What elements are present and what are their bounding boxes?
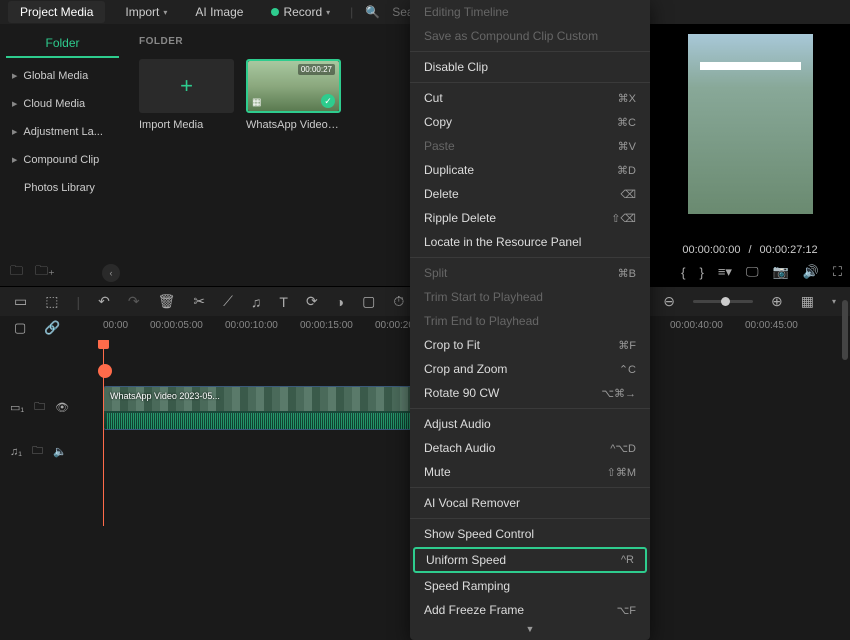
- ctx-speed-ramping[interactable]: Speed Ramping: [410, 574, 650, 598]
- track-folder-icon[interactable]: 🗀: [32, 442, 43, 461]
- ctx-paste: Paste⌘V: [410, 134, 650, 158]
- ctx-cut[interactable]: Cut⌘X: [410, 86, 650, 110]
- volume-icon[interactable]: 🔊: [803, 264, 819, 280]
- new-folder-icon[interactable]: 🗀₊: [35, 262, 55, 284]
- sidebar-item-adjustment[interactable]: ▶Adjustment La...: [6, 118, 119, 146]
- ctx-trim-end: Trim End to Playhead: [410, 309, 650, 333]
- track-folder-icon[interactable]: 🗀: [34, 398, 45, 417]
- pointer-tool-icon[interactable]: ▭: [14, 293, 27, 310]
- clip-label: WhatsApp Video 2023-05...: [110, 391, 220, 401]
- zoom-out-icon[interactable]: ⊖: [663, 293, 675, 310]
- ctx-delete[interactable]: Delete⌫: [410, 182, 650, 206]
- cut-tool-icon[interactable]: ✂: [193, 293, 205, 310]
- check-icon: ✓: [321, 94, 335, 108]
- snapshot-icon[interactable]: 📷: [773, 264, 789, 280]
- color-icon[interactable]: ◑: [336, 294, 344, 310]
- delete-icon[interactable]: 🗑: [158, 293, 176, 310]
- filmstrip-icon: ▦: [252, 97, 261, 108]
- playhead[interactable]: [103, 340, 104, 526]
- chevron-down-icon: ▾: [163, 8, 167, 17]
- chevron-down-icon: ▾: [326, 8, 330, 17]
- effects-icon[interactable]: ▢: [362, 293, 375, 310]
- current-time: 00:00:00:00: [682, 244, 740, 256]
- ctx-duplicate[interactable]: Duplicate⌘D: [410, 158, 650, 182]
- sidebar-item-photos[interactable]: Photos Library: [6, 174, 119, 202]
- search-icon: 🔍: [365, 5, 380, 19]
- crop-icon[interactable]: ⟋: [223, 293, 233, 310]
- ctx-ai-vocal[interactable]: AI Vocal Remover: [410, 491, 650, 515]
- timeline-clip[interactable]: WhatsApp Video 2023-05...: [103, 386, 413, 430]
- record-icon: [271, 8, 279, 16]
- sidebar-footer: 🗀 🗀₊: [10, 262, 55, 284]
- ctx-mute[interactable]: Mute⇧⌘M: [410, 460, 650, 484]
- grid-icon[interactable]: ▦: [801, 293, 814, 310]
- track-visibility-icon[interactable]: 👁: [55, 401, 69, 414]
- import-button[interactable]: Import▾: [117, 1, 175, 23]
- folder-icon[interactable]: 🗀: [10, 262, 23, 284]
- ctx-disable-clip[interactable]: Disable Clip: [410, 55, 650, 79]
- select-tool-icon[interactable]: ⬚: [45, 293, 58, 310]
- total-time: 00:00:27:12: [760, 244, 818, 256]
- ctx-uniform-speed[interactable]: Uniform Speed^R: [413, 547, 647, 573]
- video-track-icon[interactable]: ▭₁: [10, 401, 24, 414]
- triangle-icon: ▶: [12, 72, 17, 80]
- sidebar-item-compound[interactable]: ▶Compound Clip: [6, 146, 119, 174]
- undo-icon[interactable]: ↶: [98, 293, 110, 310]
- context-menu: Editing Timeline Save as Compound Clip C…: [410, 0, 650, 640]
- ctx-adjust-audio[interactable]: Adjust Audio: [410, 412, 650, 436]
- triangle-icon: ▶: [12, 128, 17, 136]
- triangle-icon: ▶: [12, 156, 17, 164]
- folder-tab[interactable]: Folder: [6, 30, 119, 58]
- ctx-ripple-delete[interactable]: Ripple Delete⇧⌫: [410, 206, 650, 230]
- bracket-left-icon[interactable]: {: [681, 265, 685, 280]
- ctx-trim-start: Trim Start to Playhead: [410, 285, 650, 309]
- sidebar-item-global-media[interactable]: ▶Global Media: [6, 62, 119, 90]
- fullscreen-icon[interactable]: ⛶: [833, 264, 842, 280]
- ctx-freeze[interactable]: Add Freeze Frame⌥F: [410, 598, 650, 622]
- ctx-split: Split⌘B: [410, 261, 650, 285]
- project-media-tab[interactable]: Project Media: [8, 1, 105, 23]
- video-track-header: ▭₁ 🗀 👁: [10, 398, 69, 417]
- triangle-icon: ▶: [12, 100, 17, 108]
- list-icon[interactable]: ≡▾: [718, 264, 732, 280]
- preview-video[interactable]: [688, 34, 813, 214]
- ctx-locate[interactable]: Locate in the Resource Panel: [410, 230, 650, 254]
- ctx-editing-timeline: Editing Timeline: [410, 0, 650, 24]
- fx-marker-icon[interactable]: [98, 364, 112, 378]
- media-sidebar: Folder ▶Global Media ▶Cloud Media ▶Adjus…: [0, 24, 125, 286]
- collapse-sidebar-button[interactable]: ‹: [102, 264, 120, 282]
- import-media-tile[interactable]: + Import Media: [139, 59, 234, 131]
- chevron-down-icon[interactable]: ▼: [410, 622, 650, 636]
- media-clip-tile[interactable]: 00:00:27 ▦ ✓ WhatsApp Video 202...: [246, 59, 341, 131]
- record-button[interactable]: Record▾: [263, 1, 338, 23]
- zoom-slider[interactable]: [693, 300, 753, 303]
- audio-track-header: ♫₁ 🗀 🔈: [10, 442, 67, 461]
- chevron-down-icon[interactable]: ▾: [832, 297, 836, 306]
- link-icon[interactable]: 🔗: [44, 320, 60, 336]
- ctx-copy[interactable]: Copy⌘C: [410, 110, 650, 134]
- ctx-detach-audio[interactable]: Detach Audio^⌥D: [410, 436, 650, 460]
- ctx-show-speed[interactable]: Show Speed Control: [410, 522, 650, 546]
- marker-icon[interactable]: ▢: [14, 320, 26, 336]
- text-icon[interactable]: T: [279, 294, 288, 310]
- track-mute-icon[interactable]: 🔈: [53, 445, 67, 458]
- clip-duration: 00:00:27: [298, 64, 335, 75]
- vertical-scrollbar[interactable]: [842, 300, 848, 360]
- preview-panel: 00:00:00:00 / 00:00:27:12 { } ≡▾ 🖵 📷 🔊 ⛶: [650, 24, 850, 286]
- sidebar-item-cloud-media[interactable]: ▶Cloud Media: [6, 90, 119, 118]
- zoom-in-icon[interactable]: ⊕: [771, 293, 783, 310]
- bracket-right-icon[interactable]: }: [700, 265, 704, 280]
- display-icon[interactable]: 🖵: [746, 264, 759, 280]
- music-icon[interactable]: ♫: [251, 294, 262, 310]
- ctx-crop-zoom[interactable]: Crop and Zoom⌃C: [410, 357, 650, 381]
- ctx-rotate[interactable]: Rotate 90 CW⌥⌘→: [410, 381, 650, 405]
- ai-image-button[interactable]: AI Image: [187, 1, 251, 23]
- ctx-save-compound: Save as Compound Clip Custom: [410, 24, 650, 48]
- ctx-crop-fit[interactable]: Crop to Fit⌘F: [410, 333, 650, 357]
- speed-icon[interactable]: ⟳: [306, 293, 318, 310]
- audio-track-icon[interactable]: ♫₁: [10, 446, 22, 458]
- redo-icon[interactable]: ↷: [128, 293, 140, 310]
- timer-icon[interactable]: ⏱: [393, 293, 404, 310]
- plus-icon: +: [180, 73, 193, 99]
